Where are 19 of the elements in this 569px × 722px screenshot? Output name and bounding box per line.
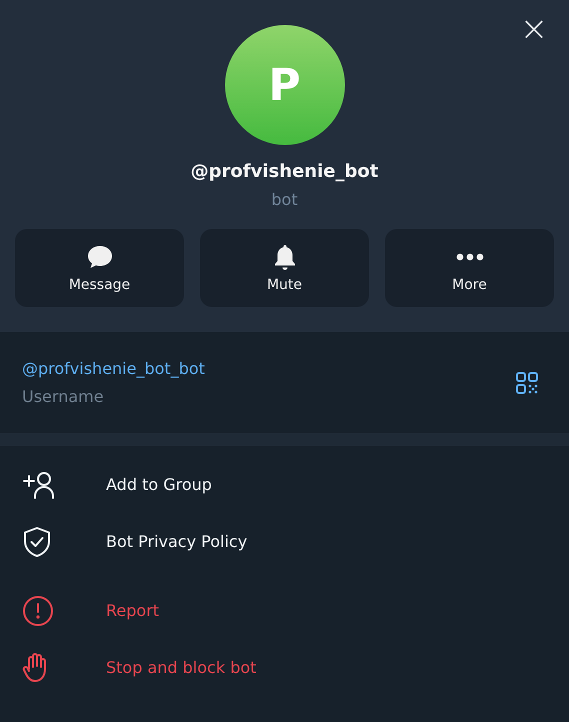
- menu-item[interactable]: Add to Group: [0, 456, 569, 513]
- username-value[interactable]: @profvishenie_bot_bot: [22, 359, 205, 378]
- menu-item[interactable]: Report: [0, 582, 569, 639]
- menu-item[interactable]: Bot Privacy Policy: [0, 513, 569, 570]
- exclamation-circle-icon: [22, 594, 54, 626]
- profile-name: @profvishenie_bot: [190, 161, 378, 182]
- close-button[interactable]: ×: [519, 14, 549, 44]
- add-user-icon: [22, 470, 56, 498]
- profile-subtitle: bot: [271, 190, 298, 209]
- action-button[interactable]: More: [385, 229, 554, 307]
- action-button[interactable]: Message: [15, 229, 184, 307]
- speech-bubble-icon: [86, 244, 114, 270]
- shield-check-icon: [22, 526, 52, 558]
- qr-code-icon[interactable]: [515, 370, 539, 394]
- username-caption: Username: [22, 387, 105, 406]
- more-icon: [456, 253, 484, 261]
- menu-item[interactable]: Stop and block bot: [0, 639, 569, 696]
- avatar: P: [224, 25, 344, 145]
- action-button[interactable]: Mute: [200, 229, 369, 307]
